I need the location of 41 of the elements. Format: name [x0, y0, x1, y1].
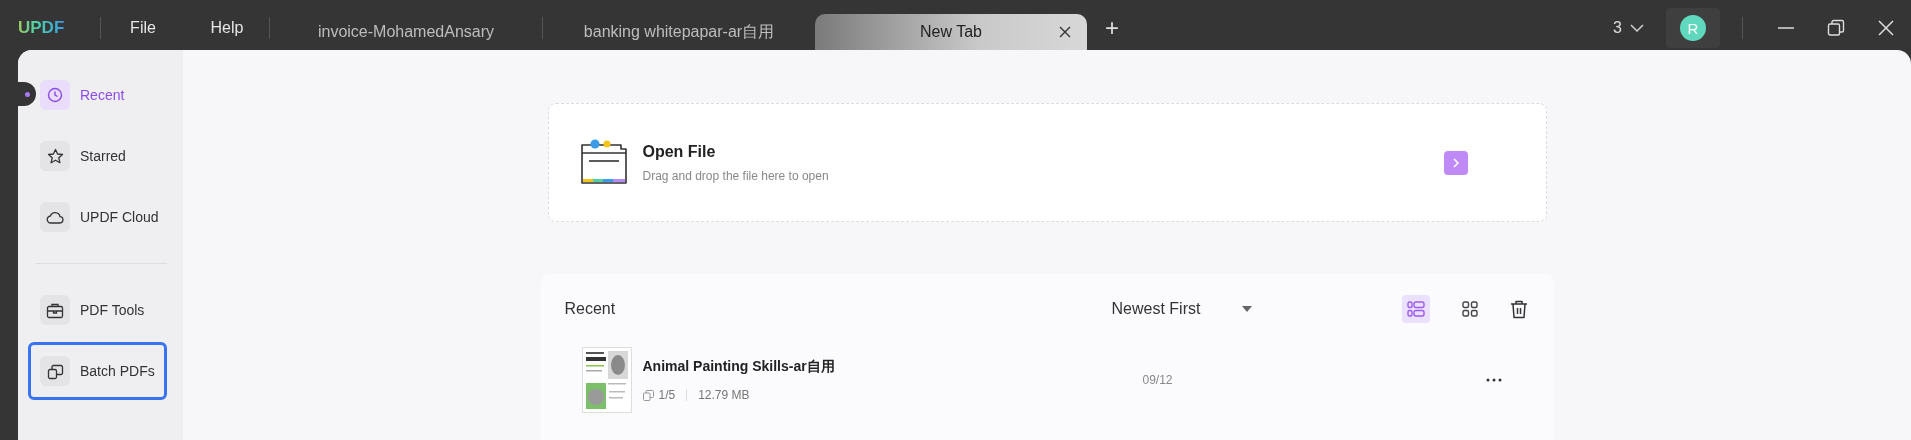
toolbox-icon [46, 301, 64, 319]
pages-icon [642, 389, 654, 401]
selection-indicator [18, 82, 36, 106]
open-file-card[interactable]: Open File Drag and drop the file here to open [547, 103, 1547, 222]
close-icon[interactable] [1059, 26, 1071, 38]
sidebar-item[interactable]: Starred [28, 127, 167, 185]
clock-icon [47, 87, 63, 103]
more-icon[interactable] [1485, 378, 1502, 382]
open-file-title: Open File [642, 142, 717, 161]
menu-item[interactable]: File [101, 19, 185, 37]
sidebar-item[interactable]: PDF Tools [28, 281, 167, 339]
sidebar-item[interactable]: Batch PDFs [28, 342, 167, 400]
trash-icon[interactable] [1509, 299, 1528, 319]
open-button[interactable] [1443, 150, 1468, 175]
chevron-down-icon [1630, 24, 1644, 32]
stacked-pages-icon [46, 362, 64, 380]
list-view-button[interactable] [1401, 295, 1430, 323]
file-date: 09/12 [1142, 373, 1174, 387]
cloud-icon [46, 209, 64, 225]
tab[interactable]: banking whitepapar-ar自用 [543, 14, 815, 50]
open-file-hint: Drag and drop the file here to open [642, 168, 829, 183]
tab[interactable]: New Tab [815, 14, 1087, 50]
star-icon [46, 147, 64, 165]
menu-item[interactable]: Help [185, 19, 269, 37]
new-tab-button[interactable]: + [1105, 14, 1119, 42]
grid-view-icon [1461, 301, 1478, 317]
page-count: 1/5 [658, 388, 676, 402]
file-name[interactable]: Animal Painting Skills-ar自用 [642, 358, 1143, 376]
section-title: Recent [564, 300, 616, 318]
sidebar-item[interactable]: UPDF Cloud [28, 188, 167, 246]
count-dropdown[interactable]: 3 [1613, 19, 1644, 37]
chevron-right-icon [1451, 157, 1460, 168]
file-size: 12.79 MB [698, 388, 750, 402]
sort-dropdown[interactable]: Newest First [1111, 300, 1252, 318]
restore-icon[interactable] [1827, 19, 1845, 37]
sidebar-item[interactable]: Recent [28, 66, 167, 124]
tab[interactable]: invoice-MohamedAnsary [270, 14, 542, 50]
avatar: R [1680, 15, 1706, 41]
list-view-icon [1406, 301, 1425, 317]
folder-icon [578, 138, 629, 187]
caret-icon [1241, 306, 1252, 312]
